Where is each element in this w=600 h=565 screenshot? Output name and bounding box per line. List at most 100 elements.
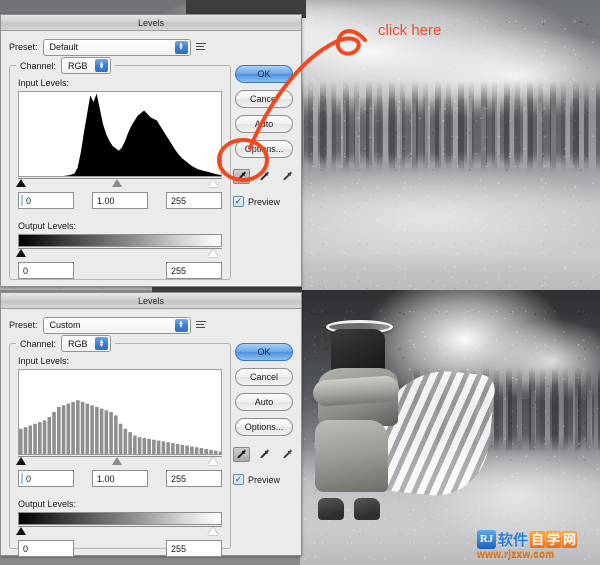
preset-options-icon[interactable]: [195, 319, 208, 331]
ok-button[interactable]: OK: [235, 343, 293, 361]
preview-label: Preview: [248, 474, 281, 485]
input-shadow-field[interactable]: 0: [18, 192, 74, 209]
input-gamma-value: 1.00: [97, 473, 115, 484]
shadow-output-marker[interactable]: [16, 249, 26, 257]
highlight-output-marker[interactable]: [208, 527, 218, 535]
watermark-cn-char: 学: [546, 530, 562, 548]
output-levels-fields: 0 255: [18, 540, 222, 557]
auto-button[interactable]: Auto: [235, 115, 293, 133]
eyedropper-group: [232, 169, 296, 184]
input-levels-fields: 0 1.00 255: [18, 192, 222, 209]
chevron-updown-icon[interactable]: ▴ ▾: [95, 337, 109, 350]
chevron-updown-icon[interactable]: ▴ ▾: [95, 59, 109, 72]
cancel-button[interactable]: Cancel: [235, 368, 293, 386]
dialog-titlebar: Levels: [1, 293, 301, 309]
chevron-updown-icon[interactable]: ▴ ▾: [174, 318, 188, 332]
output-highlight-value: 255: [171, 543, 187, 554]
preset-options-icon[interactable]: [195, 41, 208, 53]
watermark-cn-orange: 自 学 网: [530, 530, 578, 548]
shadow-output-marker[interactable]: [16, 527, 26, 535]
highlight-input-marker[interactable]: [208, 179, 218, 187]
options-button[interactable]: Options...: [235, 418, 293, 436]
channel-dropdown[interactable]: RGB ▴ ▾: [61, 335, 112, 352]
preset-value: Custom: [49, 320, 81, 330]
histogram-plot: [19, 93, 221, 176]
ok-button[interactable]: OK: [235, 65, 293, 83]
input-levels-label: Input Levels:: [18, 78, 70, 88]
levels-dialog-after[interactable]: Levels Preset: Custom ▴ ▾ Channel: RGB ▴ ▾…: [0, 292, 302, 557]
preview-checkbox[interactable]: ✓: [233, 196, 244, 207]
output-shadow-value: 0: [23, 265, 29, 276]
input-gamma-value: 1.00: [97, 195, 115, 206]
preset-label: Preset:: [9, 42, 38, 52]
levels-dialog-before[interactable]: Levels Preset: Default ▴ ▾ Channel: RGB ▴…: [0, 14, 302, 287]
cancel-button[interactable]: Cancel: [235, 90, 293, 108]
artwork-after: [300, 290, 600, 565]
output-levels-slider[interactable]: [16, 526, 222, 537]
output-highlight-field[interactable]: 255: [166, 262, 222, 279]
channel-value: RGB: [68, 60, 88, 71]
input-highlight-field[interactable]: 255: [166, 470, 222, 487]
preview-label: Preview: [248, 196, 281, 207]
highlight-input-marker[interactable]: [208, 457, 218, 465]
output-levels-gradient: [18, 234, 222, 247]
midtone-input-marker[interactable]: [112, 179, 122, 187]
preview-row[interactable]: ✓ Preview: [233, 196, 280, 207]
input-highlight-value: 255: [171, 195, 187, 206]
output-shadow-value: 0: [23, 543, 29, 554]
levels-settings-group: Channel: RGB ▴ ▾ Input Levels: 0 1.00 25…: [9, 57, 231, 280]
input-histogram: [18, 91, 222, 177]
figure-shoe-left: [317, 498, 344, 520]
output-levels-gradient: [18, 512, 222, 525]
shadow-input-marker[interactable]: [16, 179, 26, 187]
chevron-updown-icon[interactable]: ▴ ▾: [174, 40, 188, 54]
dialog-title: Levels: [137, 295, 164, 306]
auto-button[interactable]: Auto: [235, 393, 293, 411]
channel-label: Channel:: [20, 338, 57, 349]
set-gray-point-eyedropper[interactable]: [256, 447, 273, 462]
eyedropper-group: [232, 447, 296, 462]
site-watermark: RJ 软件 自 学 网 www.rjzxw.com: [477, 528, 593, 561]
output-levels-label: Output Levels:: [18, 221, 77, 231]
set-black-point-eyedropper[interactable]: [232, 169, 250, 184]
midtone-input-marker[interactable]: [112, 457, 122, 465]
input-highlight-field[interactable]: 255: [166, 192, 222, 209]
preset-dropdown[interactable]: Default ▴ ▾: [42, 38, 191, 56]
channel-label: Channel:: [20, 60, 57, 71]
set-white-point-eyedropper[interactable]: [279, 169, 296, 184]
preview-checkbox[interactable]: ✓: [233, 474, 244, 485]
set-white-point-eyedropper[interactable]: [279, 447, 296, 462]
output-levels-label: Output Levels:: [18, 499, 77, 509]
dialog-title: Levels: [137, 17, 164, 28]
preview-row[interactable]: ✓ Preview: [233, 474, 280, 485]
output-shadow-field[interactable]: 0: [18, 262, 74, 279]
figure-shoe-right: [354, 498, 381, 520]
output-highlight-value: 255: [171, 265, 187, 276]
highlight-output-marker[interactable]: [208, 249, 218, 257]
watermark-cn-blue: 软件: [498, 531, 529, 549]
set-gray-point-eyedropper[interactable]: [256, 169, 273, 184]
shadow-input-marker[interactable]: [16, 457, 26, 465]
input-gamma-field[interactable]: 1.00: [92, 192, 148, 209]
channel-dropdown[interactable]: RGB ▴ ▾: [61, 57, 112, 74]
preset-row: Preset: Default ▴ ▾: [9, 37, 293, 57]
output-shadow-field[interactable]: 0: [18, 540, 74, 557]
options-button[interactable]: Options...: [235, 140, 293, 158]
input-levels-fields: 0 1.00 255: [18, 470, 222, 487]
click-here-label: click here: [378, 22, 442, 39]
watermark-cn-char: 自: [530, 530, 546, 548]
input-levels-slider[interactable]: [16, 456, 222, 467]
set-black-point-eyedropper[interactable]: [232, 447, 250, 462]
histogram-plot: [19, 400, 221, 454]
preset-row: Preset: Custom ▴ ▾: [9, 315, 293, 335]
levels-settings-group: Channel: RGB ▴ ▾ Input Levels: 0 1.00 25…: [9, 335, 231, 557]
input-levels-label: Input Levels:: [18, 356, 70, 366]
channel-row: Channel: RGB ▴ ▾: [16, 57, 116, 74]
preset-dropdown[interactable]: Custom ▴ ▾: [42, 316, 191, 334]
output-levels-slider[interactable]: [16, 248, 222, 259]
output-highlight-field[interactable]: 255: [166, 540, 222, 557]
input-shadow-field[interactable]: 0: [18, 470, 74, 487]
dialog-button-column: OK Cancel Auto Options... ✓ Preview: [232, 343, 296, 485]
input-gamma-field[interactable]: 1.00: [92, 470, 148, 487]
input-levels-slider[interactable]: [16, 178, 222, 189]
